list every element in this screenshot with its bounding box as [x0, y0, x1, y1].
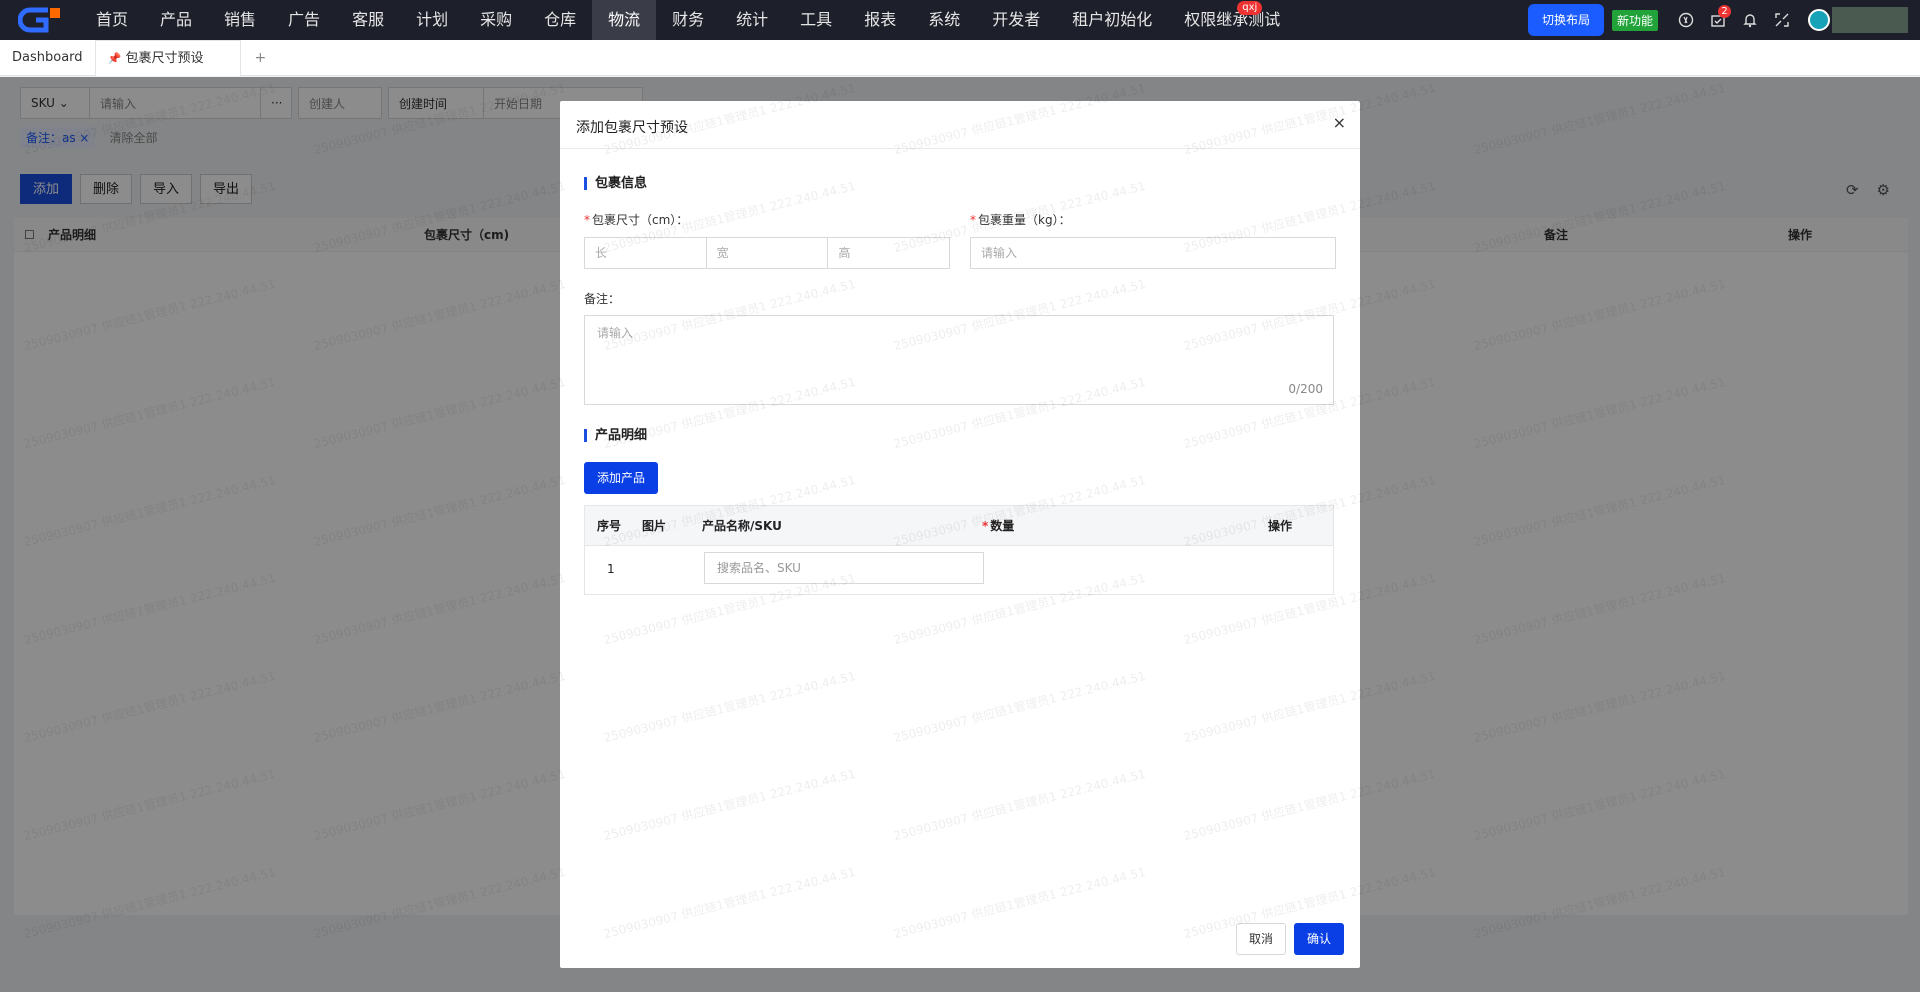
package-weight-label-text: 包裹重量（kg）： — [978, 213, 1071, 227]
nav-item[interactable]: 物流 — [592, 0, 657, 40]
fullscreen-icon[interactable] — [1766, 0, 1798, 40]
col-quantity-label: 数量 — [990, 519, 1015, 533]
nav-badge: qxj — [1237, 1, 1263, 15]
close-icon[interactable]: × — [1333, 113, 1346, 132]
remark-counter: 0/200 — [1288, 382, 1323, 396]
required-mark: * — [584, 213, 590, 227]
width-input[interactable]: 宽 — [707, 238, 829, 268]
bell-icon[interactable] — [1734, 0, 1766, 40]
nav-item[interactable]: 首页 — [80, 0, 144, 40]
nav-item[interactable]: 租户初始化 — [1056, 0, 1168, 40]
navbar-right: 切换布局 新功能 2 — [1527, 0, 1920, 40]
user-name-block[interactable] — [1832, 7, 1908, 33]
remark-label: 备注： — [584, 292, 621, 306]
add-tab-button[interactable]: + — [241, 50, 281, 66]
product-table: 序号 图片 产品名称/SKU * 数量 操作 1 搜索品名、SKU — [584, 505, 1334, 595]
modal-header: 添加包裹尺寸预设 × — [560, 101, 1360, 149]
pin-icon: 📌 — [107, 51, 122, 65]
nav-item[interactable]: 系统 — [912, 0, 976, 40]
package-size-label: * 包裹尺寸（cm）： — [584, 211, 688, 228]
col-name-sku: 产品名称/SKU — [702, 519, 782, 533]
nav-item[interactable]: 财务 — [656, 0, 720, 40]
tab-bar: Dashboard 📌 包裹尺寸预设 + — [0, 39, 1920, 76]
top-navbar: 首页 产品 销售 广告 客服 计划 采购 仓库 物流 财务 统计 工具 报表 系统 开发者 租户初始化 权限继承… — [0, 0, 1920, 40]
tab-dashboard[interactable]: Dashboard — [0, 40, 95, 76]
weight-input[interactable]: 请输入 — [970, 237, 1336, 269]
new-feature-badge[interactable]: 新功能 — [1611, 9, 1658, 31]
avatar[interactable] — [1808, 9, 1830, 31]
nav-item[interactable]: 广告 — [272, 0, 336, 40]
height-input[interactable]: 高 — [828, 238, 949, 268]
modal-title: 添加包裹尺寸预设 — [576, 120, 688, 136]
task-icon[interactable]: 2 — [1702, 0, 1734, 40]
add-product-button[interactable]: 添加产品 — [584, 462, 658, 494]
section-product-details: 产品明细 — [584, 429, 647, 442]
col-no: 序号 — [597, 519, 622, 533]
help-icon[interactable] — [1670, 0, 1702, 40]
required-mark: * — [970, 213, 976, 227]
required-mark: * — [982, 519, 989, 533]
remark-textarea[interactable]: 请输入 0/200 — [584, 315, 1334, 405]
package-size-label-text: 包裹尺寸（cm）： — [592, 213, 689, 227]
nav-item[interactable]: 开发者 — [976, 0, 1056, 40]
cancel-button[interactable]: 取消 — [1236, 923, 1286, 955]
confirm-button[interactable]: 确认 — [1294, 923, 1344, 955]
nav-item[interactable]: 采购 — [464, 0, 528, 40]
tab-current[interactable]: 📌 包裹尺寸预设 — [94, 39, 241, 76]
nav-item[interactable]: 权限继承测试 qxj — [1168, 0, 1296, 40]
product-search-input[interactable]: 搜索品名、SKU — [704, 552, 984, 584]
add-package-size-modal: 添加包裹尺寸预设 × 包裹信息 * 包裹尺寸（cm）： * 包裹重量（kg）： 长 … — [560, 101, 1360, 968]
nav-item[interactable]: 仓库 — [528, 0, 592, 40]
col-image: 图片 — [642, 519, 667, 533]
col-quantity: * 数量 — [982, 506, 1014, 546]
length-input[interactable]: 长 — [585, 238, 707, 268]
row-number: 1 — [607, 562, 615, 576]
main-menu: 首页 产品 销售 广告 客服 计划 采购 仓库 物流 财务 统计 工具 报表 系统 开发者 租户初始化 权限继承… — [80, 0, 1296, 40]
product-table-header: 序号 图片 产品名称/SKU * 数量 操作 — [585, 506, 1333, 546]
message-count-badge: 2 — [1718, 5, 1731, 18]
logo-icon — [18, 7, 60, 33]
nav-item[interactable]: 客服 — [336, 0, 400, 40]
app-logo[interactable] — [0, 0, 80, 40]
package-size-inputs: 长 宽 高 — [584, 237, 950, 269]
table-row: 1 搜索品名、SKU — [585, 546, 1333, 594]
tab-current-label: 包裹尺寸预设 — [125, 50, 204, 66]
col-action: 操作 — [1268, 519, 1293, 533]
package-weight-label: * 包裹重量（kg）： — [970, 211, 1071, 228]
nav-item[interactable]: 产品 — [144, 0, 208, 40]
section-package-info: 包裹信息 — [584, 177, 647, 190]
nav-item[interactable]: 工具 — [784, 0, 848, 40]
remark-placeholder: 请输入 — [597, 326, 634, 340]
nav-item[interactable]: 报表 — [848, 0, 912, 40]
nav-item[interactable]: 计划 — [400, 0, 464, 40]
nav-item[interactable]: 统计 — [720, 0, 784, 40]
nav-item[interactable]: 销售 — [208, 0, 272, 40]
switch-layout-button[interactable]: 切换布局 — [1527, 4, 1604, 36]
